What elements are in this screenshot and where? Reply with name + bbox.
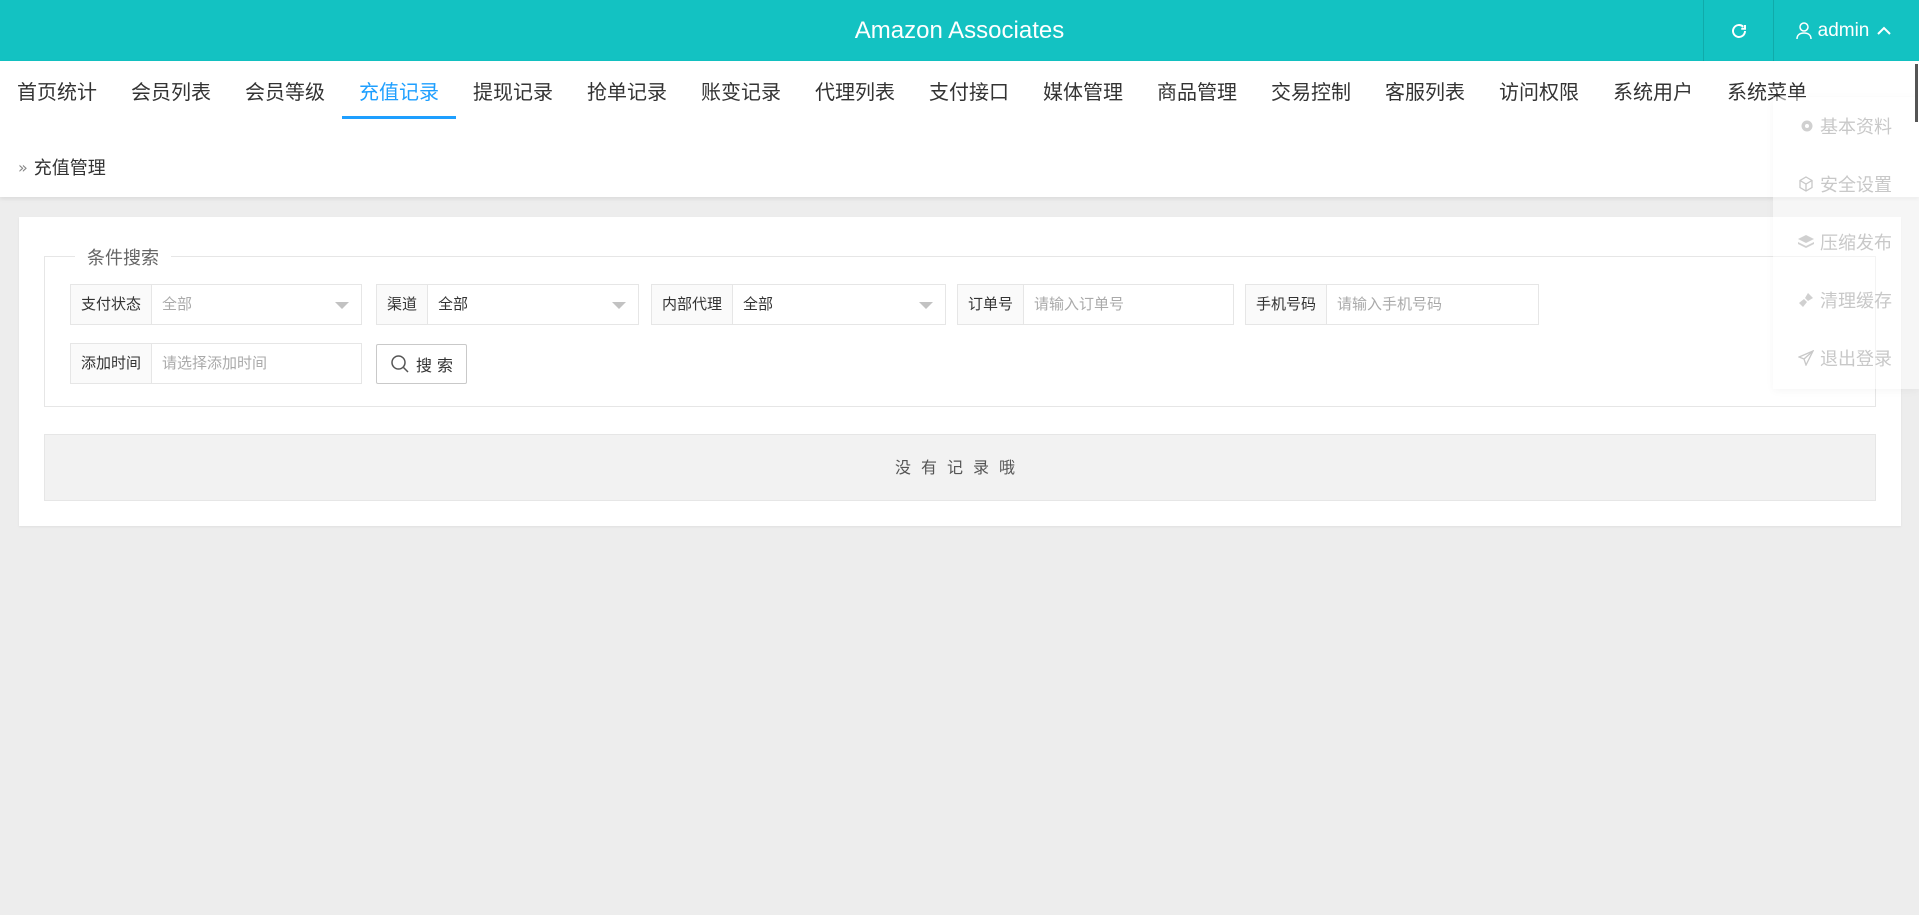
agent-label: 内部代理 — [652, 285, 734, 324]
user-menu-toggle[interactable]: admin — [1773, 0, 1919, 61]
nav-item-customer-service[interactable]: 客服列表 — [1368, 61, 1482, 119]
brush-icon — [1799, 293, 1813, 307]
agent-select[interactable]: 内部代理 全部 — [651, 284, 946, 325]
content-panel: 条件搜索 支付状态 全部 渠道 全部 内部代理 全部 订单号 请输入订单号 手机… — [19, 217, 1901, 526]
nav-item-balance-records[interactable]: 账变记录 — [684, 61, 798, 119]
phone-input[interactable]: 请输入手机号码 — [1327, 285, 1538, 324]
chevron-up-icon — [1877, 26, 1892, 35]
pay-status-value: 全部 — [162, 295, 193, 313]
channel-select[interactable]: 渠道 全部 — [376, 284, 639, 325]
nav-item-recharge-records[interactable]: 充值记录 — [342, 61, 456, 119]
channel-label: 渠道 — [377, 285, 429, 324]
agent-value: 全部 — [743, 295, 774, 313]
menu-item-label: 清理缓存 — [1820, 291, 1892, 312]
nav-item-payment-api[interactable]: 支付接口 — [912, 61, 1026, 119]
caret-down-icon — [335, 302, 349, 309]
pay-status-label: 支付状态 — [71, 285, 153, 324]
nav-item-dashboard[interactable]: 首页统计 — [0, 61, 114, 119]
search-legend: 条件搜索 — [75, 244, 171, 270]
cube-icon — [1799, 176, 1813, 192]
nav-item-members[interactable]: 会员列表 — [114, 61, 228, 119]
nav-item-order-records[interactable]: 抢单记录 — [570, 61, 684, 119]
menu-item-label: 退出登录 — [1820, 349, 1892, 370]
menu-item-label: 基本资料 — [1820, 117, 1892, 138]
app-title: Amazon Associates — [854, 17, 1065, 44]
gear-icon — [1801, 120, 1813, 132]
add-time-field[interactable]: 添加时间 请选择添加时间 — [70, 343, 362, 384]
breadcrumb-label: 充值管理 — [33, 158, 106, 179]
add-time-label: 添加时间 — [71, 344, 153, 383]
nav-bar: 首页统计 会员列表 会员等级 充值记录 提现记录 抢单记录 账变记录 代理列表 … — [0, 61, 1919, 197]
caret-down-icon — [612, 302, 626, 309]
menu-item-logout[interactable]: 退出登录 — [1773, 329, 1919, 387]
user-icon — [1795, 21, 1812, 39]
search-fieldset: 条件搜索 支付状态 全部 渠道 全部 内部代理 全部 订单号 请输入订单号 手机… — [44, 244, 1876, 407]
send-icon — [1798, 350, 1814, 366]
refresh-button[interactable] — [1703, 0, 1773, 61]
refresh-icon — [1731, 23, 1746, 38]
order-no-label: 订单号 — [958, 285, 1025, 324]
menu-item-security[interactable]: 安全设置 — [1773, 155, 1919, 213]
scrollbar[interactable] — [1915, 64, 1918, 122]
caret-down-icon — [919, 302, 933, 309]
channel-value: 全部 — [438, 295, 469, 313]
menu-item-profile[interactable]: 基本资料 — [1773, 97, 1919, 155]
search-button-label: 搜 索 — [415, 356, 454, 375]
agent-value-wrap: 全部 — [733, 285, 945, 324]
phone-label: 手机号码 — [1246, 285, 1328, 324]
menu-item-publish[interactable]: 压缩发布 — [1773, 213, 1919, 271]
nav-item-access[interactable]: 访问权限 — [1482, 61, 1596, 119]
nav-item-system-users[interactable]: 系统用户 — [1596, 61, 1710, 119]
nav-item-trade-control[interactable]: 交易控制 — [1254, 61, 1368, 119]
menu-item-label: 安全设置 — [1820, 175, 1892, 196]
header-bar: Amazon Associates admin — [0, 0, 1919, 61]
layers-icon — [1798, 235, 1814, 248]
user-dropdown-menu: 基本资料 安全设置 压缩发布 清理缓存 退出登录 — [1773, 97, 1919, 389]
order-no-field[interactable]: 订单号 请输入订单号 — [957, 284, 1234, 325]
pay-status-value-wrap: 全部 — [152, 285, 361, 324]
nav-item-member-levels[interactable]: 会员等级 — [228, 61, 342, 119]
pay-status-select[interactable]: 支付状态 全部 — [70, 284, 362, 325]
main-menu: 首页统计 会员列表 会员等级 充值记录 提现记录 抢单记录 账变记录 代理列表 … — [0, 61, 1824, 119]
user-name: admin — [1817, 19, 1870, 41]
menu-item-clear-cache[interactable]: 清理缓存 — [1773, 271, 1919, 329]
add-time-input[interactable]: 请选择添加时间 — [152, 344, 361, 383]
nav-item-agents[interactable]: 代理列表 — [798, 61, 912, 119]
double-chevron-right-icon: » — [18, 157, 28, 177]
phone-field[interactable]: 手机号码 请输入手机号码 — [1245, 284, 1539, 325]
channel-value-wrap: 全部 — [428, 285, 638, 324]
nav-item-media[interactable]: 媒体管理 — [1026, 61, 1140, 119]
search-icon — [391, 355, 409, 373]
nav-item-withdraw-records[interactable]: 提现记录 — [456, 61, 570, 119]
nav-item-products[interactable]: 商品管理 — [1140, 61, 1254, 119]
empty-state: 没有记录哦 — [44, 434, 1876, 501]
search-button[interactable]: 搜 索 — [376, 344, 467, 384]
breadcrumb: » 充值管理 — [18, 154, 106, 180]
menu-item-label: 压缩发布 — [1820, 233, 1892, 254]
order-no-input[interactable]: 请输入订单号 — [1024, 285, 1233, 324]
